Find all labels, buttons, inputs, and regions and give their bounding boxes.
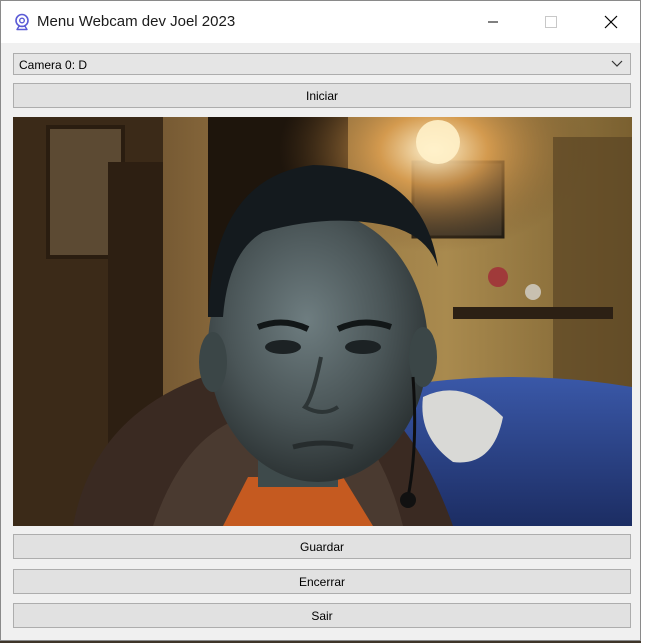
- exit-button[interactable]: Sair: [13, 603, 631, 628]
- maximize-button[interactable]: [522, 1, 580, 43]
- minimize-button[interactable]: [464, 1, 522, 43]
- app-window: Menu Webcam dev Joel 2023 Camera 0: D In…: [0, 0, 641, 641]
- desktop-edge: [641, 0, 647, 643]
- maximize-icon: [545, 16, 557, 28]
- close-icon: [604, 15, 618, 29]
- save-button[interactable]: Guardar: [13, 534, 631, 559]
- stop-button-label: Encerrar: [298, 574, 345, 589]
- start-button-label: Iniciar: [305, 88, 338, 103]
- start-button[interactable]: Iniciar: [13, 83, 631, 108]
- exit-button-label: Sair: [311, 608, 333, 623]
- stop-button[interactable]: Encerrar: [13, 569, 631, 594]
- webcam-feed: [13, 117, 632, 526]
- save-button-label: Guardar: [299, 539, 345, 554]
- close-button[interactable]: [582, 1, 640, 43]
- minimize-icon: [488, 21, 498, 23]
- webcam-icon: [15, 13, 29, 31]
- camera-select-value: Camera 0: D: [19, 58, 88, 72]
- title-bar[interactable]: Menu Webcam dev Joel 2023: [1, 1, 640, 43]
- chevron-down-icon: [611, 60, 623, 67]
- webcam-image: [13, 117, 632, 526]
- window-title: Menu Webcam dev Joel 2023: [37, 13, 236, 30]
- camera-select[interactable]: Camera 0: D: [13, 53, 631, 75]
